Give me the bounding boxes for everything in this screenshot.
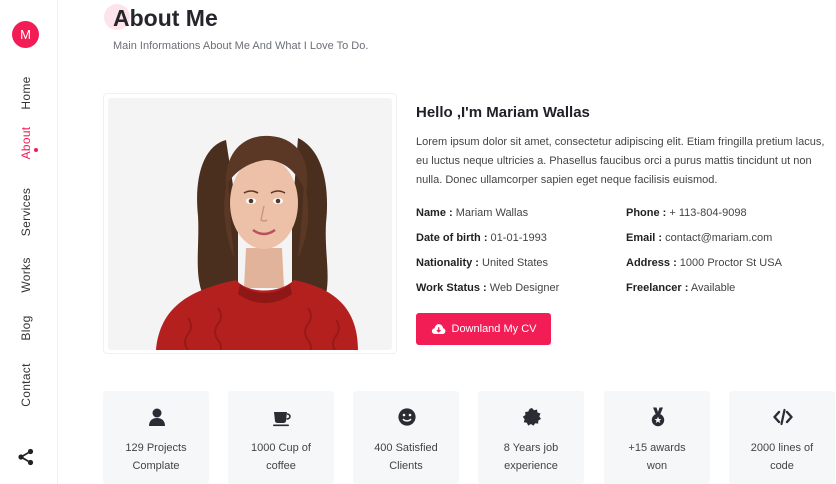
nav-services[interactable]: Services — [10, 188, 42, 236]
stat-text: 2000 lines of code — [735, 439, 829, 475]
stat-line: Clients — [389, 460, 423, 472]
stat-line: 129 Projects — [125, 442, 187, 454]
nav-home-label: Home — [19, 76, 33, 110]
stat-line: 1000 Cup of — [251, 442, 311, 454]
nav-home[interactable]: Home — [10, 76, 42, 109]
cloud-download-icon — [431, 324, 445, 334]
info-address-value: 1000 Proctor St USA — [676, 257, 782, 269]
info-nationality: Nationality : United States — [416, 257, 548, 269]
info-dob-label: Date of birth : — [416, 232, 488, 244]
stat-line: won — [646, 460, 668, 472]
sidebar: M Home About Services Works Blog Contact — [0, 0, 58, 484]
info-phone-value: + 113-804-9098 — [666, 207, 747, 219]
page-title: About Me — [113, 5, 218, 31]
stat-card-awards: +15 awards won — [604, 391, 710, 484]
nav-services-label: Services — [19, 187, 33, 237]
profile-photo-card — [103, 93, 397, 354]
stat-text: 1000 Cup of coffee — [234, 439, 328, 475]
info-address-label: Address : — [626, 257, 677, 269]
stat-card-clients: 400 Satisfied Clients — [353, 391, 459, 484]
info-name-value: Mariam Wallas — [452, 207, 529, 219]
info-phone: Phone : + 113-804-9098 — [626, 207, 747, 219]
stat-line: +15 awards — [628, 442, 686, 454]
stat-card-experience: 8 Years job experience — [478, 391, 584, 484]
nav-blog[interactable]: Blog — [10, 315, 42, 341]
stat-text: 129 Projects Complate — [109, 439, 203, 475]
stat-line: coffee — [266, 460, 296, 472]
stat-line: code — [770, 460, 794, 472]
info-dob: Date of birth : 01-01-1993 — [416, 232, 547, 244]
stat-line: 400 Satisfied — [374, 442, 438, 454]
info-freelancer: Freelancer : Available — [626, 282, 735, 294]
stat-line: 8 Years job — [503, 442, 559, 454]
info-nationality-value: United States — [478, 257, 549, 269]
info-nationality-label: Nationality : — [416, 257, 479, 269]
info-email-label: Email : — [626, 232, 663, 244]
info-address: Address : 1000 Proctor St USA — [626, 257, 782, 269]
info-freelancer-value: Available — [688, 282, 736, 294]
certificate-icon — [522, 408, 541, 426]
coffee-cup-icon — [273, 412, 291, 427]
nav-blog-label: Blog — [19, 315, 33, 341]
user-icon — [149, 408, 165, 426]
share-icon[interactable] — [17, 448, 35, 466]
nav-works-label: Works — [19, 257, 33, 293]
stat-line: 2000 lines of — [750, 442, 814, 454]
stat-text: +15 awards won — [610, 439, 704, 475]
download-cv-button[interactable]: Downland My CV — [416, 313, 551, 345]
nav-works[interactable]: Works — [10, 257, 42, 292]
stat-card-code: 2000 lines of code — [729, 391, 835, 484]
info-freelancer-label: Freelancer : — [626, 282, 689, 294]
info-work-status-value: Web Designer — [486, 282, 560, 294]
nav-contact[interactable]: Contact — [10, 363, 42, 406]
nav-about-label: About — [19, 126, 33, 160]
code-icon — [773, 408, 793, 426]
nav-contact-label: Contact — [19, 363, 33, 407]
stat-line: Complate — [132, 460, 180, 472]
info-email-value: contact@mariam.com — [662, 232, 773, 244]
profile-photo — [108, 98, 392, 350]
info-dob-value: 01-01-1993 — [487, 232, 547, 244]
active-indicator-dot — [34, 148, 38, 152]
info-work-status: Work Status : Web Designer — [416, 282, 559, 294]
stat-card-coffee: 1000 Cup of coffee — [228, 391, 334, 484]
info-name-label: Name : — [416, 207, 453, 219]
logo[interactable]: M — [12, 21, 39, 48]
info-email: Email : contact@mariam.com — [626, 232, 772, 244]
stat-card-projects: 129 Projects Complate — [103, 391, 209, 484]
greeting-heading: Hello ,I'm Mariam Wallas — [416, 104, 590, 121]
stat-line: experience — [504, 460, 558, 472]
info-work-status-label: Work Status : — [416, 282, 487, 294]
medal-icon — [651, 407, 665, 427]
stat-text: 400 Satisfied Clients — [359, 439, 453, 475]
bio-paragraph: Lorem ipsum dolor sit amet, consectetur … — [416, 136, 825, 186]
info-name: Name : Mariam Wallas — [416, 207, 528, 219]
info-phone-label: Phone : — [626, 207, 667, 219]
page-subtitle: Main Informations About Me And What I Lo… — [113, 40, 369, 52]
stat-text: 8 Years job experience — [484, 439, 578, 475]
download-cv-label: Downland My CV — [451, 323, 537, 335]
smile-icon — [398, 408, 416, 426]
